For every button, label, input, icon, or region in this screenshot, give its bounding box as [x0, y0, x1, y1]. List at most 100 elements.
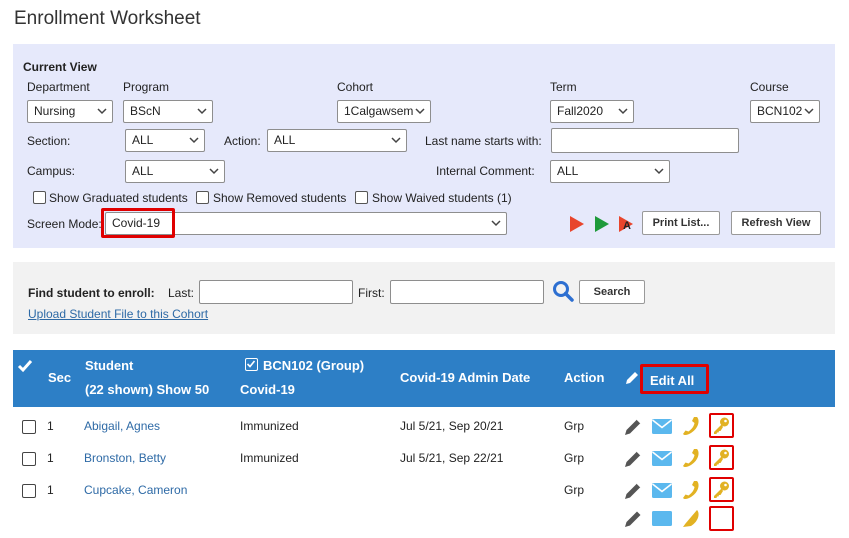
first-label: First: — [358, 286, 385, 300]
course-select[interactable]: BCN102 — [750, 100, 820, 123]
section-value: ALL — [132, 133, 154, 147]
key-button[interactable] — [709, 413, 734, 438]
term-value: Fall2020 — [557, 104, 604, 118]
show-waived-checkbox[interactable] — [355, 191, 368, 204]
key-icon — [714, 481, 729, 498]
upload-student-file-link[interactable]: Upload Student File to this Cohort — [28, 307, 208, 321]
table-row — [13, 506, 835, 538]
term-select[interactable]: Fall2020 — [550, 100, 634, 123]
header-course-group: BCN102 (Group) — [263, 358, 365, 373]
cohort-value: 1Calgawsem — [344, 104, 414, 118]
find-last-input[interactable] — [199, 280, 353, 304]
chevron-down-icon — [209, 168, 219, 175]
internal-comment-label: Internal Comment: — [436, 164, 535, 178]
chevron-down-icon — [391, 137, 401, 144]
row-action: Grp — [564, 451, 585, 465]
cohort-select[interactable]: 1Calgawsem — [337, 100, 431, 123]
internal-comment-value: ALL — [557, 164, 579, 178]
student-name-link[interactable]: Cupcake, Cameron — [84, 483, 187, 497]
row-admin-date: Jul 5/21, Sep 20/21 — [400, 419, 504, 433]
student-name-link[interactable]: Abigail, Agnes — [84, 419, 160, 433]
screen-mode-label: Screen Mode: — [27, 217, 102, 231]
last-label: Last: — [168, 286, 195, 300]
last-name-input[interactable] — [551, 128, 739, 153]
phone-icon[interactable] — [680, 479, 702, 501]
page-title: Enrollment Worksheet — [14, 8, 201, 29]
email-icon[interactable] — [651, 482, 673, 499]
email-icon[interactable] — [651, 450, 673, 467]
department-select[interactable]: Nursing — [27, 100, 113, 123]
pencil-icon — [626, 372, 638, 384]
internal-comment-select[interactable]: ALL — [550, 160, 670, 183]
find-student-label: Find student to enroll: — [28, 286, 155, 300]
find-student-panel: Find student to enroll: Last: First: Sea… — [13, 262, 835, 334]
pencil-icon[interactable] — [622, 416, 644, 438]
pencil-icon[interactable] — [622, 448, 644, 470]
key-button[interactable] — [709, 445, 734, 470]
cohort-label: Cohort — [337, 80, 374, 94]
email-icon[interactable] — [651, 510, 673, 527]
chevron-down-icon — [804, 108, 814, 115]
chevron-down-icon — [97, 108, 107, 115]
key-icon — [714, 417, 729, 434]
chevron-down-icon — [491, 220, 501, 227]
row-sec: 1 — [47, 451, 54, 465]
action-select[interactable]: ALL — [267, 129, 407, 152]
search-button[interactable]: Search — [579, 280, 645, 304]
show-waived-label: Show Waived students (1) — [372, 191, 512, 205]
campus-select[interactable]: ALL — [125, 160, 225, 183]
show-graduated-label: Show Graduated students — [49, 191, 188, 205]
action-value: ALL — [274, 133, 296, 147]
table-row: 1 Cupcake, Cameron Grp — [13, 474, 835, 506]
key-button[interactable] — [709, 506, 734, 531]
play-red-icon[interactable] — [568, 214, 586, 234]
header-admin-date: Covid-19 Admin Date — [400, 370, 531, 385]
current-view-panel: Current View Department Nursing Program … — [13, 44, 835, 248]
edit-all-highlight — [640, 364, 709, 394]
print-list-button[interactable]: Print List... — [642, 211, 720, 235]
row-action: Grp — [564, 419, 585, 433]
header-student[interactable]: Student — [85, 358, 133, 373]
screen-mode-highlight — [101, 208, 175, 238]
chevron-down-icon — [197, 108, 207, 115]
section-select[interactable]: ALL — [125, 129, 205, 152]
program-label: Program — [123, 80, 170, 94]
phone-icon[interactable] — [680, 415, 702, 437]
chevron-down-icon — [654, 168, 664, 175]
refresh-view-button[interactable]: Refresh View — [731, 211, 821, 235]
chevron-down-icon — [415, 108, 425, 115]
show-graduated-checkbox[interactable] — [33, 191, 46, 204]
row-checkbox[interactable] — [22, 452, 36, 466]
row-sec: 1 — [47, 419, 54, 433]
show-removed-label: Show Removed students — [213, 191, 347, 205]
student-name-link[interactable]: Bronston, Betty — [84, 451, 166, 465]
current-view-label: Current View — [23, 60, 97, 74]
program-select[interactable]: BScN — [123, 100, 213, 123]
email-icon[interactable] — [651, 418, 673, 435]
key-button[interactable] — [709, 477, 734, 502]
program-value: BScN — [130, 104, 161, 118]
play-alpha-icon[interactable]: A — [617, 214, 637, 234]
check-icon — [246, 360, 256, 368]
show-removed-checkbox[interactable] — [196, 191, 209, 204]
row-checkbox[interactable] — [22, 420, 36, 434]
table-row: 1 Bronston, Betty Immunized Jul 5/21, Sep 2… — [13, 442, 835, 474]
action-label: Action: — [224, 134, 261, 148]
header-shown-count[interactable]: (22 shown) Show 50 — [85, 382, 209, 397]
row-sec: 1 — [47, 483, 54, 497]
find-first-input[interactable] — [390, 280, 544, 304]
phone-icon[interactable] — [680, 508, 702, 530]
play-green-icon[interactable] — [593, 214, 611, 234]
pencil-icon[interactable] — [622, 480, 644, 502]
key-icon — [714, 449, 729, 466]
pencil-icon[interactable] — [622, 508, 644, 530]
row-checkbox[interactable] — [22, 484, 36, 498]
svg-text:A: A — [623, 220, 631, 232]
row-action: Grp — [564, 483, 585, 497]
phone-icon[interactable] — [680, 447, 702, 469]
course-checkbox[interactable] — [245, 358, 258, 371]
header-covid: Covid-19 — [240, 382, 295, 397]
department-value: Nursing — [34, 104, 76, 118]
select-all-check-icon[interactable] — [17, 358, 33, 374]
search-icon[interactable] — [552, 280, 574, 302]
